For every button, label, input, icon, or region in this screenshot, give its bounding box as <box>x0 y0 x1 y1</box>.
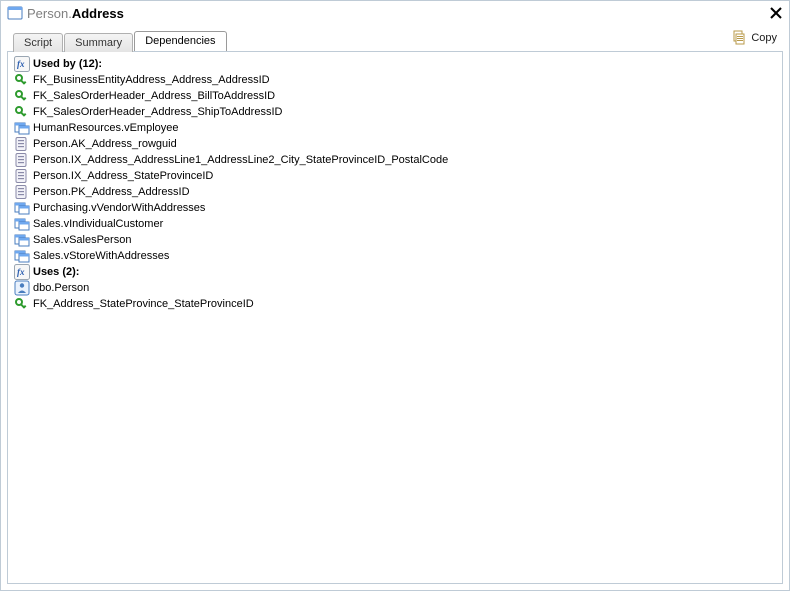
used-by-item[interactable]: Sales.vIndividualCustomer <box>14 216 778 232</box>
copy-button[interactable]: Copy <box>727 28 781 48</box>
window: Person.Address Script Summary Dependenci… <box>0 0 790 591</box>
index-icon <box>14 168 30 184</box>
view-icon <box>14 120 30 136</box>
used-by-item[interactable]: FK_BusinessEntityAddress_Address_Address… <box>14 72 778 88</box>
view-icon <box>14 248 30 264</box>
view-icon <box>14 216 30 232</box>
tabset: Script Summary Dependencies <box>13 31 228 51</box>
used-by-item[interactable]: Person.PK_Address_AddressID <box>14 184 778 200</box>
used-by-item[interactable]: FK_SalesOrderHeader_Address_BillToAddres… <box>14 88 778 104</box>
key-icon <box>14 296 30 312</box>
used-by-item-label: Person.IX_Address_StateProvinceID <box>33 168 213 184</box>
uses-item-label: FK_Address_StateProvince_StateProvinceID <box>33 296 254 312</box>
key-icon <box>14 104 30 120</box>
dependencies-panel: Used by (12): FK_BusinessEntityAddress_A… <box>7 51 783 584</box>
uses-group[interactable]: Uses (2): <box>14 264 778 280</box>
used-by-item-label: FK_SalesOrderHeader_Address_BillToAddres… <box>33 88 275 104</box>
uses-label: Uses (2): <box>33 264 79 280</box>
used-by-item-label: Person.PK_Address_AddressID <box>33 184 190 200</box>
index-icon <box>14 136 30 152</box>
used-by-item-label: Purchasing.vVendorWithAddresses <box>33 200 205 216</box>
schema-icon <box>14 280 30 296</box>
uses-item[interactable]: dbo.Person <box>14 280 778 296</box>
titlebar: Person.Address <box>1 1 789 23</box>
toolbar: Script Summary Dependencies Copy <box>1 23 789 51</box>
used-by-item-label: HumanResources.vEmployee <box>33 120 179 136</box>
used-by-item[interactable]: Person.IX_Address_StateProvinceID <box>14 168 778 184</box>
title-schema: Person. <box>27 6 72 21</box>
used-by-item-label: FK_BusinessEntityAddress_Address_Address… <box>33 72 270 88</box>
used-by-item[interactable]: HumanResources.vEmployee <box>14 120 778 136</box>
content-wrap: Used by (12): FK_BusinessEntityAddress_A… <box>1 51 789 590</box>
uses-item[interactable]: FK_Address_StateProvince_StateProvinceID <box>14 296 778 312</box>
view-icon <box>14 232 30 248</box>
tab-script[interactable]: Script <box>13 33 63 52</box>
index-icon <box>14 152 30 168</box>
tab-summary[interactable]: Summary <box>64 33 133 52</box>
used-by-item[interactable]: Sales.vSalesPerson <box>14 232 778 248</box>
used-by-item-label: Sales.vIndividualCustomer <box>33 216 163 232</box>
used-by-group[interactable]: Used by (12): <box>14 56 778 72</box>
uses-item-label: dbo.Person <box>33 280 89 296</box>
used-by-item-label: Sales.vSalesPerson <box>33 232 131 248</box>
uses-list: dbo.PersonFK_Address_StateProvince_State… <box>12 280 778 312</box>
title-object: Address <box>72 6 124 21</box>
used-by-item[interactable]: Purchasing.vVendorWithAddresses <box>14 200 778 216</box>
window-title: Person.Address <box>27 6 769 21</box>
dependency-tree: Used by (12): FK_BusinessEntityAddress_A… <box>12 56 778 312</box>
copy-label: Copy <box>751 32 777 44</box>
fx-icon <box>14 264 30 280</box>
fx-icon <box>14 56 30 72</box>
index-icon <box>14 184 30 200</box>
used-by-item-label: Person.AK_Address_rowguid <box>33 136 177 152</box>
key-icon <box>14 72 30 88</box>
used-by-label: Used by (12): <box>33 56 102 72</box>
used-by-item-label: FK_SalesOrderHeader_Address_ShipToAddres… <box>33 104 282 120</box>
table-icon <box>7 5 23 21</box>
used-by-item[interactable]: Person.AK_Address_rowguid <box>14 136 778 152</box>
used-by-item[interactable]: Person.IX_Address_AddressLine1_AddressLi… <box>14 152 778 168</box>
used-by-item-label: Sales.vStoreWithAddresses <box>33 248 169 264</box>
used-by-item-label: Person.IX_Address_AddressLine1_AddressLi… <box>33 152 448 168</box>
close-button[interactable] <box>769 6 783 20</box>
key-icon <box>14 88 30 104</box>
used-by-item[interactable]: FK_SalesOrderHeader_Address_ShipToAddres… <box>14 104 778 120</box>
tab-dependencies[interactable]: Dependencies <box>134 31 226 51</box>
copy-icon <box>731 30 747 46</box>
used-by-item[interactable]: Sales.vStoreWithAddresses <box>14 248 778 264</box>
view-icon <box>14 200 30 216</box>
used-by-list: FK_BusinessEntityAddress_Address_Address… <box>12 72 778 264</box>
